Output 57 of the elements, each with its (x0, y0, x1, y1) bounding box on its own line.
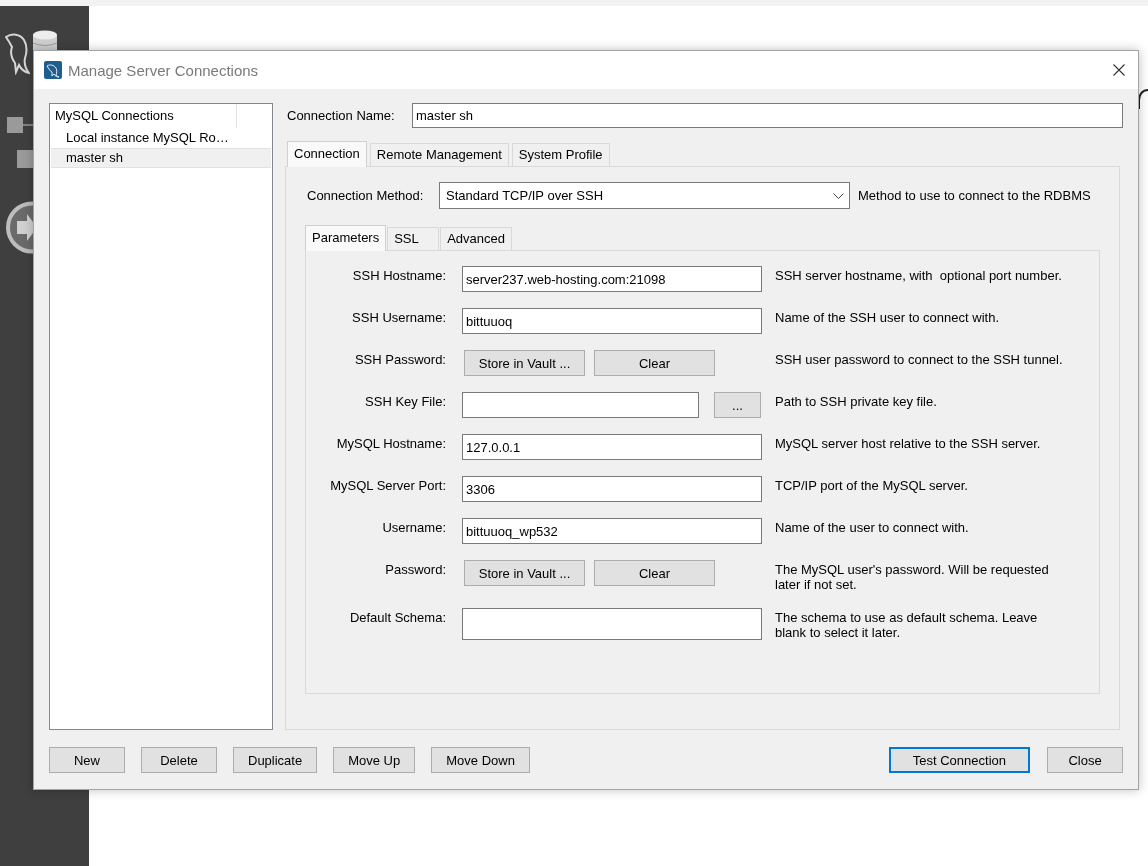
window-title: Manage Server Connections (68, 61, 260, 79)
store-in-vault-button[interactable]: Store in Vault ... (464, 350, 585, 376)
field-description: Name of the SSH user to connect with. (775, 309, 1000, 325)
delete-button[interactable]: Delete (141, 747, 217, 773)
field-label: Default Schema: (348, 609, 446, 625)
text-field[interactable]: bittuuoq_wp532 (462, 518, 762, 544)
store-in-vault-button[interactable]: Store in Vault ... (464, 560, 585, 586)
clear-button[interactable]: Clear (594, 560, 715, 586)
field-description: MySQL server host relative to the SSH server. (775, 435, 1042, 451)
connection-item[interactable]: master sh (51, 148, 271, 168)
field-label: SSH Username: (351, 309, 446, 325)
move-down-button[interactable]: Move Down (431, 747, 530, 773)
field-label: SSH Password: (353, 351, 446, 367)
tab[interactable]: System Profile (511, 143, 610, 166)
close-button[interactable]: Close (1047, 747, 1123, 773)
text-field[interactable] (462, 392, 699, 418)
field-label: SSH Key File: (364, 393, 446, 409)
field-label: MySQL Hostname: (335, 435, 446, 451)
clear-button[interactable]: Clear (594, 350, 715, 376)
chevron-down-icon (833, 192, 844, 199)
text-field[interactable]: server237.web-hosting.com:21098 (462, 266, 762, 292)
new-button[interactable]: New (49, 747, 125, 773)
close-icon[interactable] (1113, 64, 1125, 76)
field-description: The MySQL user's password. Will be requested later if not set. (775, 561, 1050, 592)
browse-button[interactable]: ... (714, 392, 761, 418)
text-field[interactable]: 127.0.0.1 (462, 434, 762, 460)
move-up-button[interactable]: Move Up (333, 747, 416, 773)
field-label: Connection Method: (306, 188, 425, 203)
field-description: Method to use to connect to the RDBMS (858, 188, 1091, 203)
field-description: SSH server hostname, with optional port number. (775, 267, 1063, 283)
tab[interactable]: Remote Management (369, 143, 509, 166)
column-header: MySQL Connections (50, 104, 237, 128)
text-field[interactable] (462, 608, 762, 640)
dolphin-icon (5, 32, 30, 75)
text-field[interactable]: bittuuoq (462, 308, 762, 334)
arc-icon (1138, 88, 1148, 110)
tab[interactable]: Connection (287, 141, 367, 167)
field-label: Password: (384, 561, 446, 577)
field-description: Path to SSH private key file. (775, 393, 938, 409)
connection-item[interactable]: Local instance MySQL Ro… (51, 128, 271, 148)
field-description: TCP/IP port of the MySQL server. (775, 477, 969, 493)
field-description: SSH user password to connect to the SSH tunnel. (775, 351, 1064, 367)
field-description: Name of the user to connect with. (775, 519, 970, 535)
text-field[interactable]: master sh (412, 103, 1123, 128)
connection-method-dropdown[interactable]: Standard TCP/IP over SSH (439, 182, 850, 209)
duplicate-button[interactable]: Duplicate (233, 747, 318, 773)
text-field[interactable]: 3306 (462, 476, 762, 502)
field-description: The schema to use as default schema. Leave blank to select it later. (775, 609, 1039, 640)
test-connection-button[interactable]: Test Connection (888, 747, 1030, 773)
field-label: MySQL Server Port: (329, 477, 446, 493)
dolphin-icon (44, 61, 62, 79)
field-label: SSH Hostname: (351, 267, 446, 283)
tab[interactable]: Parameters (305, 225, 387, 251)
tab[interactable]: Advanced (440, 227, 513, 250)
tab[interactable]: SSL (387, 227, 440, 250)
field-label: Connection Name: (286, 108, 396, 123)
field-label: Username: (381, 519, 446, 535)
